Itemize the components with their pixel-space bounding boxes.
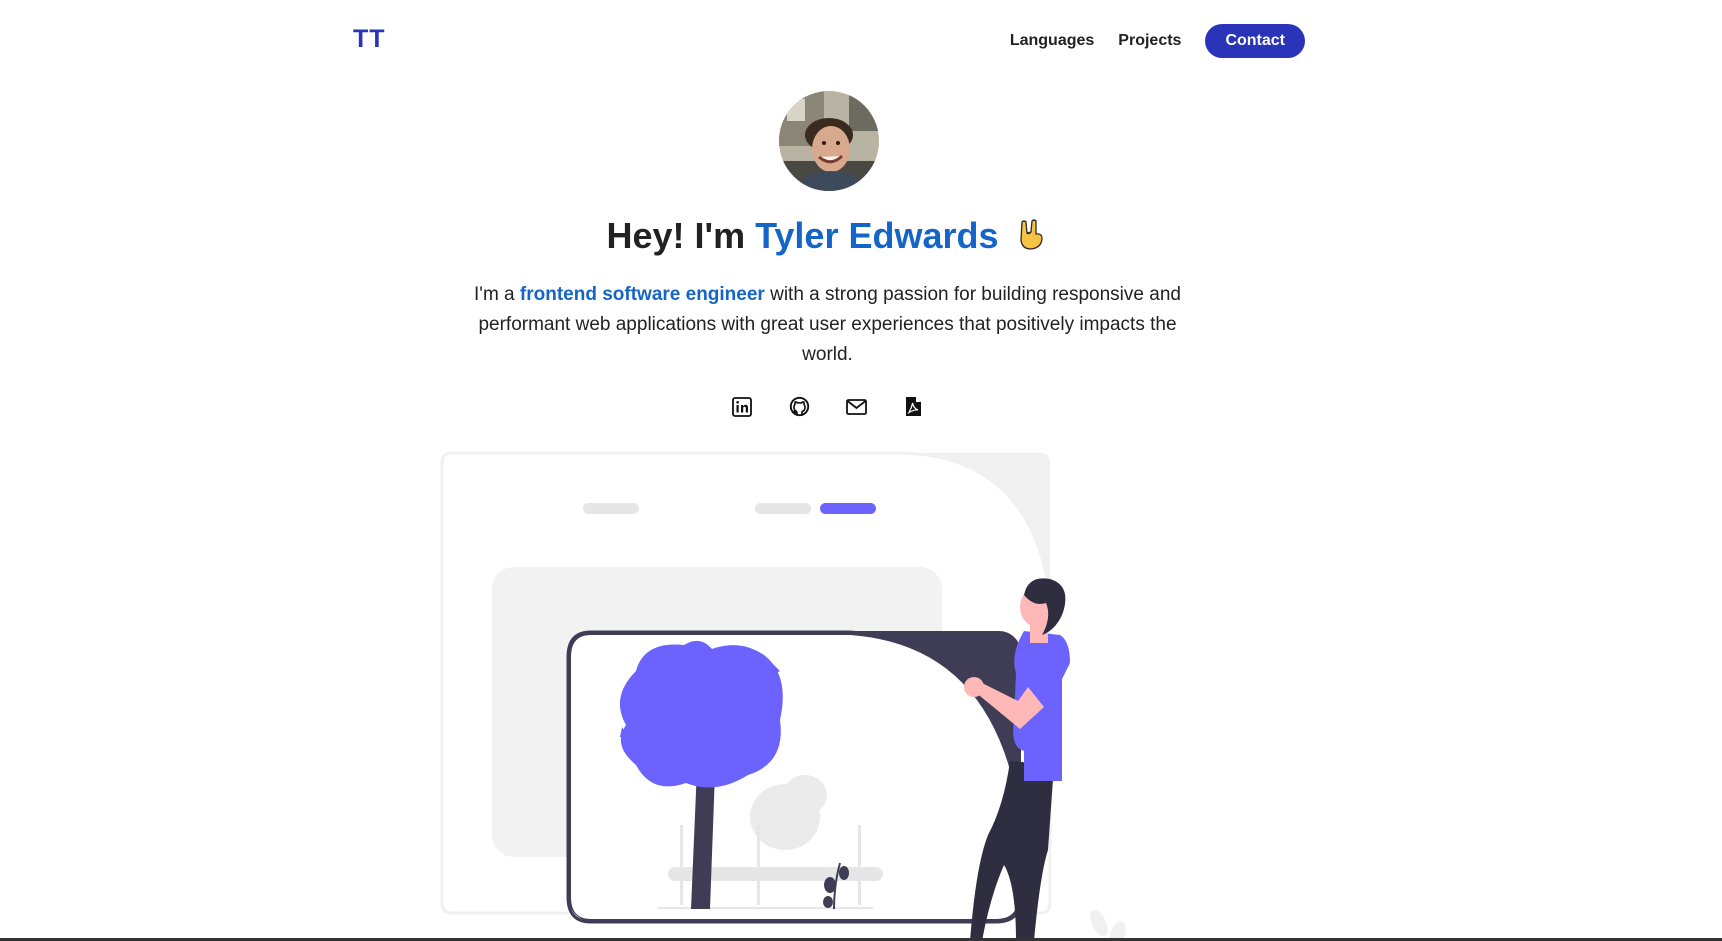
logo[interactable]: TT [353, 25, 386, 54]
nav-languages-link[interactable]: Languages [1010, 32, 1094, 50]
github-icon [789, 396, 810, 422]
contact-button[interactable]: Contact [1205, 24, 1305, 58]
hero-intro: I'm a frontend software engineer with a … [455, 280, 1200, 370]
linkedin-link[interactable] [731, 396, 753, 422]
avatar [779, 91, 879, 191]
page: TT Languages Projects Contact Hey! I'm T… [0, 0, 1722, 941]
envelope-icon [845, 398, 867, 420]
resume-pdf-link[interactable] [902, 396, 924, 422]
linkedin-icon [732, 396, 752, 422]
pdf-icon [905, 396, 922, 422]
github-link[interactable] [788, 396, 810, 422]
email-link[interactable] [845, 398, 867, 420]
social-links [0, 396, 1655, 422]
hero-greeting: Hey! I'm [606, 215, 756, 256]
hero-name: Tyler Edwards [755, 215, 999, 256]
rock-on-hand-icon [1013, 216, 1049, 252]
hero-illustration [430, 445, 1150, 941]
intro-prefix: I'm a [474, 284, 520, 305]
nav-projects-link[interactable]: Projects [1118, 32, 1181, 50]
intro-highlight: frontend software engineer [519, 284, 765, 305]
hero-headline: Hey! I'm Tyler Edwards [0, 215, 1655, 257]
main-nav: Languages Projects Contact [1010, 24, 1305, 58]
